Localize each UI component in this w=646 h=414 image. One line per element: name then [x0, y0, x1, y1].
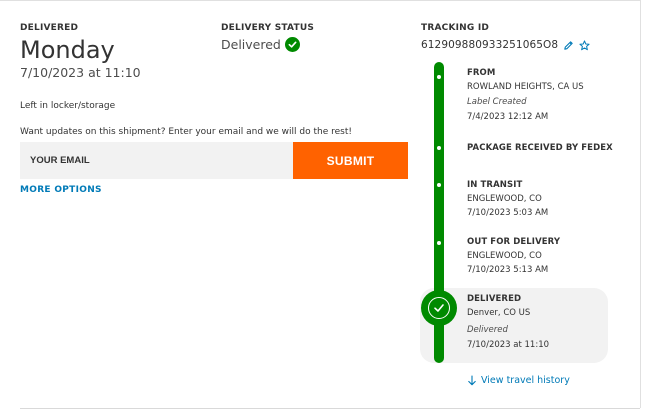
timeline-event-from: FROM ROWLAND HEIGHTS, CA US Label Create…	[467, 67, 584, 124]
more-options-link[interactable]: MORE OPTIONS	[20, 185, 102, 195]
event-time: 7/4/2023 12:12 AM	[467, 112, 549, 122]
check-icon	[428, 297, 450, 319]
pencil-icon[interactable]	[563, 40, 574, 51]
view-travel-history-label: View travel history	[481, 375, 570, 386]
email-updates-prompt: Want updates on this shipment? Enter you…	[20, 127, 352, 137]
delivery-status-value: Delivered	[221, 37, 281, 52]
email-input[interactable]	[20, 142, 293, 179]
delivered-check-badge	[421, 290, 457, 326]
event-title: OUT FOR DELIVERY	[467, 237, 561, 247]
event-location: ROWLAND HEIGHTS, CA US	[467, 82, 584, 92]
delivery-datetime: 7/10/2023 at 11:10	[20, 65, 141, 80]
delivery-location-note: Left in locker/storage	[20, 101, 116, 111]
delivery-status: Delivered	[221, 37, 300, 52]
event-location: ENGLEWOOD, CO	[467, 251, 542, 261]
right-divider	[640, 0, 641, 408]
bottom-divider	[20, 408, 640, 409]
timeline-event-in-transit: IN TRANSIT ENGLEWOOD, CO 7/10/2023 5:03 …	[467, 179, 548, 220]
event-time: 7/10/2023 at 11:10	[467, 340, 550, 350]
event-title: DELIVERED	[467, 294, 522, 304]
star-icon[interactable]	[579, 39, 590, 51]
delivered-label: DELIVERED	[20, 23, 79, 33]
event-location: Denver, CO US	[467, 308, 531, 318]
event-title: IN TRANSIT	[467, 180, 523, 190]
event-note: Label Created	[467, 97, 527, 107]
tracking-id-label: TRACKING ID	[421, 23, 490, 33]
event-title: FROM	[467, 68, 496, 78]
timeline-dot	[437, 241, 441, 245]
event-time: 7/10/2023 5:03 AM	[467, 208, 549, 218]
timeline-dot	[437, 183, 441, 187]
event-note: Delivered	[467, 325, 508, 335]
timeline-event-received: PACKAGE RECEIVED BY FEDEX	[467, 142, 613, 155]
submit-button[interactable]: SUBMIT	[293, 142, 408, 179]
event-location: ENGLEWOOD, CO	[467, 194, 542, 204]
event-title: PACKAGE RECEIVED BY FEDEX	[467, 143, 613, 153]
timeline-dot	[437, 75, 441, 79]
timeline-event-delivered: DELIVERED Denver, CO US Delivered 7/10/2…	[467, 293, 549, 352]
view-travel-history-link[interactable]: View travel history	[467, 371, 570, 390]
timeline-dot	[437, 146, 441, 150]
delivery-status-label: DELIVERY STATUS	[221, 23, 315, 33]
tracking-id-row: 612909880933251065O8	[421, 39, 590, 51]
top-divider	[0, 0, 640, 1]
arrow-down-icon	[467, 371, 477, 390]
event-time: 7/10/2023 5:13 AM	[467, 265, 549, 275]
tracking-number: 612909880933251065O8	[421, 39, 559, 51]
check-circle-icon	[284, 37, 300, 52]
delivery-day: Monday	[20, 36, 115, 64]
timeline-event-out-for-delivery: OUT FOR DELIVERY ENGLEWOOD, CO 7/10/2023…	[467, 236, 560, 277]
